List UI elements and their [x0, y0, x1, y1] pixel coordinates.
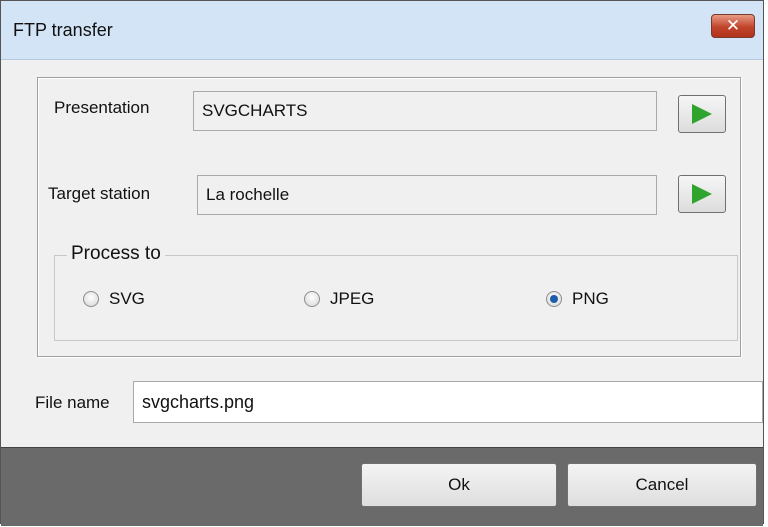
radio-svg-indicator	[83, 291, 99, 307]
radio-jpeg[interactable]: JPEG	[304, 289, 374, 309]
title-bar: FTP transfer ✕	[1, 1, 763, 60]
play-arrow-icon	[692, 104, 712, 124]
ftp-transfer-dialog: FTP transfer ✕ Presentation SVGCHARTS Ta…	[0, 0, 764, 526]
radio-png[interactable]: PNG	[546, 289, 609, 309]
play-arrow-icon	[692, 184, 712, 204]
close-icon: ✕	[725, 15, 741, 36]
process-to-legend: Process to	[67, 243, 165, 265]
presentation-label: Presentation	[54, 98, 150, 117]
file-name-input[interactable]	[133, 381, 763, 423]
window-title: FTP transfer	[13, 20, 113, 40]
radio-png-indicator	[546, 291, 562, 307]
close-button[interactable]: ✕	[711, 14, 755, 38]
radio-png-label: PNG	[572, 289, 609, 308]
cancel-button[interactable]: Cancel	[567, 463, 757, 507]
radio-svg-label: SVG	[109, 289, 145, 308]
button-bar: Ok Cancel	[1, 447, 763, 526]
process-to-groupbox	[54, 255, 738, 341]
radio-jpeg-indicator	[304, 291, 320, 307]
file-name-label: File name	[35, 393, 110, 412]
presentation-browse-button[interactable]	[678, 95, 726, 133]
radio-jpeg-label: JPEG	[330, 289, 375, 308]
radio-svg[interactable]: SVG	[83, 289, 145, 309]
presentation-field[interactable]: SVGCHARTS	[193, 91, 657, 131]
target-station-label: Target station	[48, 184, 151, 203]
target-station-browse-button[interactable]	[678, 175, 726, 213]
target-station-field[interactable]: La rochelle	[197, 175, 657, 215]
ok-button[interactable]: Ok	[361, 463, 557, 507]
